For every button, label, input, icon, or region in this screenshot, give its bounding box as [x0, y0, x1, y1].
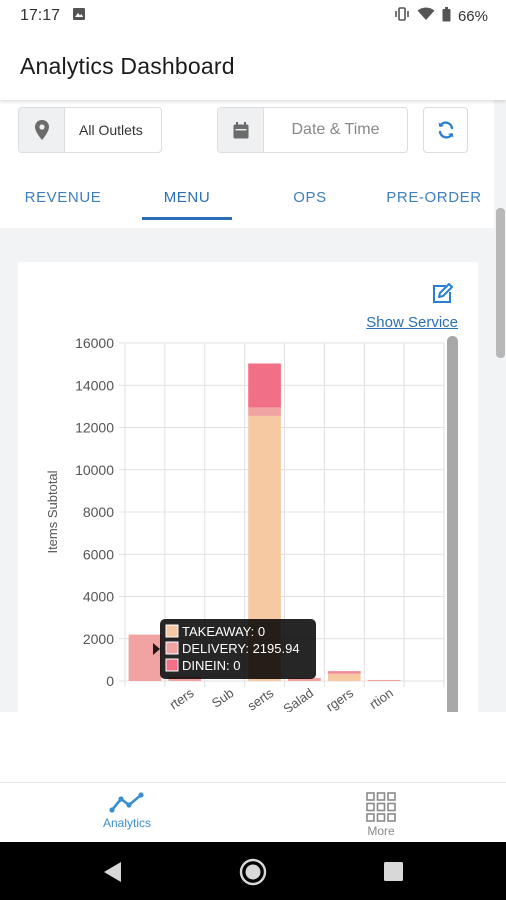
y-tick-label: 6000 — [83, 546, 114, 562]
tab-ops[interactable]: OPS — [282, 172, 338, 222]
filter-panel: All Outlets Date & Time REVENUE MENU OPS… — [0, 100, 494, 228]
x-tick-label: rters — [167, 685, 197, 712]
y-axis-label: Items Subtotal — [45, 470, 60, 553]
chart-scrollbar — [447, 336, 458, 712]
refresh-icon — [438, 121, 453, 139]
tooltip-swatch — [165, 658, 179, 672]
bar-segment — [248, 363, 281, 408]
app-screen: 17:17 66% Analytics Dashboard All Outlet… — [0, 0, 506, 900]
analytics-line-icon — [109, 792, 144, 813]
y-tick-label: 4000 — [83, 589, 114, 605]
stacked-bar-chart[interactable]: 0 2000 4000 6000 8000 10000 12000 14000 16000 Ite… — [18, 262, 478, 712]
nav-more-label: More — [367, 824, 395, 838]
chart-card: Show Service 0 2000 4000 6000 8000 10000 12000… — [18, 262, 478, 712]
nav-analytics-label: Analytics — [102, 816, 152, 830]
tooltip-line: TAKEAWAY: 0 — [182, 624, 265, 639]
vibrate-icon — [394, 7, 410, 25]
outlet-label: All Outlets — [79, 122, 143, 138]
datetime-input[interactable]: Date & Time — [217, 107, 408, 153]
active-tab-indicator — [142, 217, 232, 220]
battery-icon — [442, 6, 451, 26]
back-icon[interactable] — [102, 861, 122, 883]
nav-more[interactable]: More — [340, 783, 422, 843]
tooltip-swatch — [165, 641, 179, 655]
grid-icon — [366, 792, 396, 822]
calendar-icon — [218, 108, 264, 152]
y-tick-label: 0 — [106, 673, 114, 689]
page-title: Analytics Dashboard — [20, 52, 235, 79]
status-bar: 17:17 66% — [0, 0, 506, 32]
tooltip-line: DINEIN: 0 — [182, 658, 241, 673]
system-nav-bar — [0, 842, 506, 900]
bar-segment — [327, 672, 361, 675]
x-tick-label: Salad — [280, 685, 316, 712]
datetime-placeholder: Date & Time — [291, 121, 380, 138]
tab-bar: REVENUE MENU OPS PRE-ORDER — [0, 172, 494, 222]
bar-segment — [128, 634, 162, 681]
outlet-selector[interactable]: All Outlets — [18, 107, 162, 153]
app-bar: Analytics Dashboard — [0, 32, 506, 100]
wifi-icon — [417, 7, 435, 25]
content-area[interactable]: All Outlets Date & Time REVENUE MENU OPS… — [0, 100, 506, 712]
tab-pre-order[interactable]: PRE-ORDER — [384, 172, 484, 222]
y-tick-label: 16000 — [75, 335, 114, 351]
bar-segment — [248, 407, 281, 416]
refresh-button[interactable] — [423, 107, 468, 153]
home-icon[interactable] — [239, 858, 267, 886]
y-tick-label: 8000 — [83, 504, 114, 520]
x-tick-label: Sub — [209, 685, 237, 711]
tab-revenue[interactable]: REVENUE — [16, 172, 110, 222]
x-tick-label: rgers — [323, 685, 356, 712]
tooltip-swatch — [165, 624, 179, 638]
x-tick-label: rtion — [367, 685, 396, 712]
bar-segment — [367, 679, 401, 681]
battery-percent: 66% — [457, 7, 488, 25]
bar-segment — [327, 671, 361, 673]
y-tick-label: 14000 — [75, 377, 114, 393]
x-tick-label: serts — [245, 685, 277, 712]
y-tick-label: 10000 — [75, 462, 114, 478]
status-time: 17:17 — [20, 7, 61, 24]
y-tick-label: 2000 — [83, 631, 114, 647]
y-tick-label: 12000 — [75, 420, 114, 436]
page-scrollbar[interactable] — [496, 208, 505, 358]
tab-menu[interactable]: MENU — [142, 172, 232, 222]
nav-analytics[interactable]: Analytics — [86, 783, 168, 843]
bottom-nav: Analytics More — [0, 782, 506, 842]
recents-icon[interactable] — [384, 862, 403, 881]
location-pin-icon — [19, 108, 65, 152]
bar-segment — [327, 674, 361, 681]
image-notification-icon — [72, 7, 86, 25]
tooltip-line: DELIVERY: 2195.94 — [182, 641, 300, 656]
